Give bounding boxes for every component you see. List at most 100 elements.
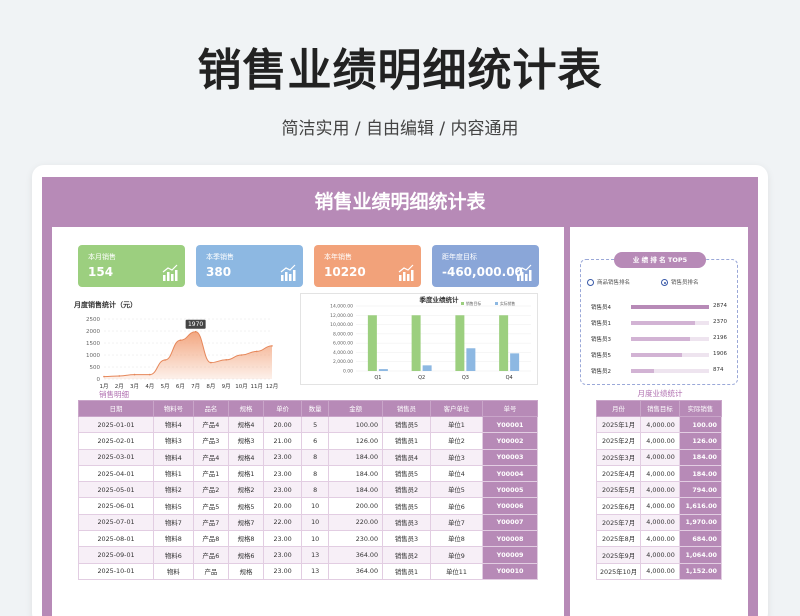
- table-cell: 100.00: [328, 415, 384, 434]
- sheet-title: 销售业绩明细统计表: [314, 191, 486, 213]
- table-cell: 2025年5月: [595, 481, 642, 499]
- table-cell: 794.00: [678, 481, 723, 499]
- ranking-name: 销售员1: [591, 321, 611, 327]
- trend-chart-icon: [280, 264, 296, 281]
- legend-label: 销售目标: [466, 301, 481, 306]
- table-cell: 2025-08-01: [77, 530, 155, 548]
- table-row: 2025-06-01 物料5 产品5 规格5 20.00 10 200.00 销售员5 单位6 Y…: [77, 497, 538, 515]
- table-cell: 物料1: [153, 464, 194, 483]
- table-cell: 5: [301, 415, 330, 434]
- y-tick-label: 8,000.00: [333, 331, 353, 337]
- table-row: 2025年3月 4,000.00 184.00: [595, 448, 723, 466]
- ranking-value: 874: [713, 367, 724, 373]
- column-header: 金额: [328, 400, 384, 417]
- ranking-row: 销售员2 874: [591, 366, 731, 376]
- table-cell: 物料3: [153, 432, 194, 450]
- stat-label: 本年销售: [324, 253, 352, 261]
- table-cell: Y00003: [482, 448, 538, 466]
- table-cell: 销售员2: [382, 546, 431, 564]
- data-point: [118, 375, 121, 377]
- bar-target: [455, 315, 465, 371]
- table-cell: 22.00: [263, 513, 303, 532]
- data-point: [225, 359, 227, 361]
- right-panel: 业 绩 排 名 TOP5 商品销售排名 销售员排名 销售员4 2874 销售员1 23…: [570, 227, 748, 616]
- table-cell: 4,000.00: [640, 432, 680, 450]
- ranking-value: 2370: [713, 319, 727, 325]
- stat-label: 距年度目标: [442, 253, 477, 261]
- table-cell: 产品8: [192, 530, 229, 548]
- table-cell: 364.00: [328, 546, 384, 564]
- table-cell: 4,000.00: [640, 546, 680, 564]
- table-row: 2025-03-01 物料4 产品4 规格4 23.00 8 184.00 销售员4 单位3 Y0…: [77, 448, 538, 466]
- table-cell: 销售员1: [382, 432, 431, 450]
- y-tick-label: 2500: [86, 317, 100, 323]
- table-row: 2025-09-01 物料6 产品6 规格6 23.00 13 364.00 销售员2 单位9 Y…: [77, 546, 538, 564]
- column-header: 日期: [77, 400, 155, 417]
- y-tick-label: 1000: [86, 353, 100, 359]
- table-row: 2025-04-01 物料1 产品1 规格1 23.00 8 184.00 销售员5 单位4 Y0…: [77, 464, 538, 483]
- x-tick-label: 8月: [206, 383, 215, 390]
- table-cell: 2025-10-01: [77, 562, 155, 580]
- radio-label: 商品销售排名: [597, 280, 631, 286]
- table-cell: 10: [301, 513, 330, 532]
- table-cell: 184.00: [328, 464, 384, 483]
- table-cell: 100.00: [678, 415, 723, 434]
- table-cell: 规格2: [227, 481, 265, 499]
- x-tick-label: Q1: [374, 375, 381, 381]
- table-row: 2025-08-01 物料8 产品8 规格8 23.00 10 230.00 销售员3 单位8 Y…: [77, 530, 538, 548]
- ranking-bar: [631, 337, 691, 341]
- table-cell: 13: [301, 546, 330, 564]
- table-cell: 230.00: [328, 530, 384, 548]
- table-cell: 126.00: [328, 432, 384, 450]
- ranking-bar: [631, 321, 695, 325]
- stat-value: 380: [206, 265, 232, 279]
- table-cell: 126.00: [678, 432, 723, 450]
- ranking-title: 业 绩 排 名 TOP5: [614, 252, 706, 268]
- y-tick-label: 500: [90, 365, 101, 371]
- y-tick-label: 2000: [86, 329, 100, 335]
- monthly-performance-table: 月份 销售目标 实际销售 2025年1月 4,000.00 100.00 2025年2月 4…: [595, 400, 723, 580]
- table-cell: Y00006: [482, 497, 538, 515]
- ranking-bar: [631, 305, 709, 309]
- table-cell: Y00001: [482, 415, 538, 434]
- y-tick-label: 2,000.00: [333, 359, 353, 365]
- table-cell: 规格6: [227, 546, 265, 564]
- ranking-bar-track: [631, 369, 709, 373]
- table-cell: 规格5: [227, 497, 265, 515]
- table-row: 2025年1月 4,000.00 100.00: [595, 415, 723, 434]
- table-cell: 单位9: [429, 546, 484, 564]
- table-cell: 21.00: [263, 432, 303, 450]
- quarter-chart-title: 季度业绩统计: [419, 295, 460, 304]
- column-header: 销售目标: [640, 400, 680, 417]
- data-point: [271, 345, 273, 347]
- radio-dot[interactable]: [661, 279, 668, 286]
- table-cell: 20.00: [263, 497, 303, 515]
- table-cell: 10: [301, 497, 330, 515]
- table-cell: 单位11: [429, 562, 484, 580]
- table-cell: 物料4: [153, 415, 194, 434]
- table-cell: 2025年7月: [595, 513, 642, 532]
- data-point: [149, 373, 151, 376]
- table-cell: 规格: [227, 562, 265, 580]
- table-cell: 4,000.00: [640, 415, 680, 434]
- y-tick-label: 14,000.00: [330, 304, 353, 310]
- table-cell: 物料4: [153, 448, 194, 466]
- table-cell: 销售员3: [382, 513, 431, 532]
- radio-salesperson-ranking[interactable]: 销售员排名: [661, 278, 699, 286]
- radio-product-ranking[interactable]: 商品销售排名: [587, 278, 630, 286]
- table-cell: 产品: [192, 562, 229, 580]
- legend-swatch: [495, 302, 498, 305]
- radio-dot[interactable]: [587, 279, 594, 286]
- ranking-bar: [631, 369, 655, 373]
- table-cell: 规格1: [227, 464, 265, 483]
- table-cell: 2025年2月: [595, 432, 642, 450]
- data-point: [133, 373, 136, 376]
- table-cell: 220.00: [328, 513, 384, 532]
- table-cell: 2025-03-01: [77, 448, 155, 466]
- table-cell: 2025-09-01: [77, 546, 155, 564]
- table-row: 2025年4月 4,000.00 184.00: [595, 464, 723, 483]
- table-cell: 单位8: [429, 530, 484, 548]
- ranking-row: 销售员5 1906: [591, 350, 731, 360]
- y-tick-label: 0.00: [343, 369, 353, 375]
- stat-label: 本季销售: [206, 253, 234, 261]
